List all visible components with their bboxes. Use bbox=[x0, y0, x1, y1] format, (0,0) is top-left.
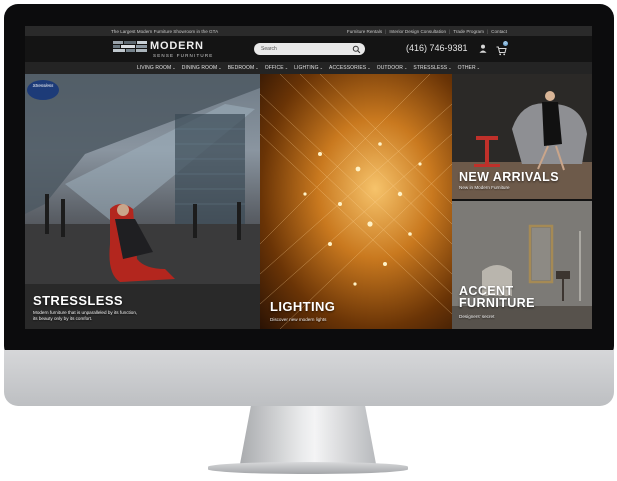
panel-title-lighting: LIGHTING bbox=[270, 299, 336, 314]
monitor-stand bbox=[240, 406, 376, 464]
stressless-logo-badge: Stressless bbox=[27, 80, 59, 100]
nav-item-office[interactable]: OFFICE⌄ bbox=[265, 65, 288, 71]
hero-grid: Stressless STRESSLESS Modern furniture t… bbox=[25, 74, 592, 329]
nav-item-outdoor[interactable]: OUTDOOR⌄ bbox=[377, 65, 408, 71]
search-placeholder: Search bbox=[261, 46, 277, 52]
chevron-down-icon: ⌄ bbox=[403, 65, 408, 70]
lighting-photo bbox=[260, 74, 452, 329]
panel-subtitle-lighting: Discover new modern lights bbox=[270, 317, 327, 322]
main-nav: LIVING ROOM⌄ DINING ROOM⌄ BEDROOM⌄ OFFIC… bbox=[25, 62, 592, 74]
nav-item-lighting[interactable]: LIGHTING⌄ bbox=[294, 65, 323, 71]
top-link-trade[interactable]: Trade Program bbox=[453, 29, 484, 34]
logo-wordmark: MODERN bbox=[150, 40, 204, 52]
panel-new-arrivals[interactable]: NEW ARRIVALS New in Modern Furniture bbox=[452, 74, 592, 199]
nav-item-other[interactable]: OTHER⌄ bbox=[458, 65, 480, 71]
nav-item-accessories[interactable]: ACCESSORIES⌄ bbox=[329, 65, 371, 71]
top-link-design[interactable]: Interior Design Consultation bbox=[389, 29, 446, 34]
panel-title-accent-furniture: ACCENT FURNITURE bbox=[459, 284, 535, 310]
cart-button[interactable]: 0 bbox=[496, 41, 508, 56]
panel-lighting[interactable]: LIGHTING Discover new modern lights bbox=[260, 74, 452, 329]
panel-subtitle-stressless: Modern furniture that is unparalleled by… bbox=[33, 310, 138, 321]
site-logo[interactable]: MODERN SENSE FURNITURE bbox=[113, 39, 217, 59]
site-header: MODERN SENSE FURNITURE Search (416) 746-… bbox=[25, 36, 592, 62]
top-links: Furniture Rentals | Interior Design Cons… bbox=[347, 29, 507, 34]
panel-title-stressless: STRESSLESS bbox=[33, 293, 123, 308]
panel-subtitle-new-arrivals: New in Modern Furniture bbox=[459, 185, 510, 190]
chevron-down-icon: ⌄ bbox=[172, 65, 176, 70]
nav-item-bedroom[interactable]: BEDROOM⌄ bbox=[228, 65, 259, 71]
monitor-chin bbox=[4, 350, 614, 406]
nav-item-living-room[interactable]: LIVING ROOM⌄ bbox=[137, 65, 176, 71]
search-input[interactable]: Search bbox=[254, 43, 365, 55]
cart-icon bbox=[496, 46, 507, 56]
website-screen: The Largest Modern Furniture Showroom in… bbox=[25, 26, 592, 329]
cart-count-badge: 0 bbox=[503, 41, 508, 46]
divider: | bbox=[486, 28, 489, 34]
top-link-rentals[interactable]: Furniture Rentals bbox=[347, 29, 382, 34]
top-bar: The Largest Modern Furniture Showroom in… bbox=[25, 26, 592, 36]
chevron-down-icon: ⌄ bbox=[319, 65, 324, 70]
panel-title-new-arrivals: NEW ARRIVALS bbox=[459, 170, 559, 184]
divider: | bbox=[449, 28, 451, 34]
panel-accent-furniture[interactable]: ACCENT FURNITURE Designers' secret bbox=[452, 201, 592, 329]
chevron-down-icon: ⌄ bbox=[367, 65, 371, 70]
phone-number[interactable]: (416) 746-9381 bbox=[406, 43, 468, 53]
monitor-base bbox=[208, 462, 408, 474]
chevron-down-icon: ⌄ bbox=[218, 65, 222, 70]
logo-mark bbox=[113, 41, 147, 53]
search-icon[interactable] bbox=[352, 45, 361, 54]
panel-stressless[interactable]: Stressless STRESSLESS Modern furniture t… bbox=[25, 74, 260, 329]
nav-item-dining-room[interactable]: DINING ROOM⌄ bbox=[182, 65, 222, 71]
top-link-contact[interactable]: Contact bbox=[491, 29, 507, 34]
nav-item-stressless[interactable]: STRESSLESS⌄ bbox=[413, 65, 451, 71]
panel-subtitle-accent-furniture: Designers' secret bbox=[459, 314, 495, 319]
user-icon[interactable] bbox=[479, 44, 487, 53]
chevron-down-icon: ⌄ bbox=[255, 65, 259, 70]
chevron-down-icon: ⌄ bbox=[476, 65, 481, 70]
logo-subtitle: SENSE FURNITURE bbox=[153, 52, 214, 58]
stressless-photo bbox=[25, 74, 260, 329]
divider: | bbox=[385, 28, 387, 34]
chevron-down-icon: ⌄ bbox=[448, 65, 452, 70]
chevron-down-icon: ⌄ bbox=[284, 65, 289, 70]
tagline: The Largest Modern Furniture Showroom in… bbox=[111, 28, 219, 34]
